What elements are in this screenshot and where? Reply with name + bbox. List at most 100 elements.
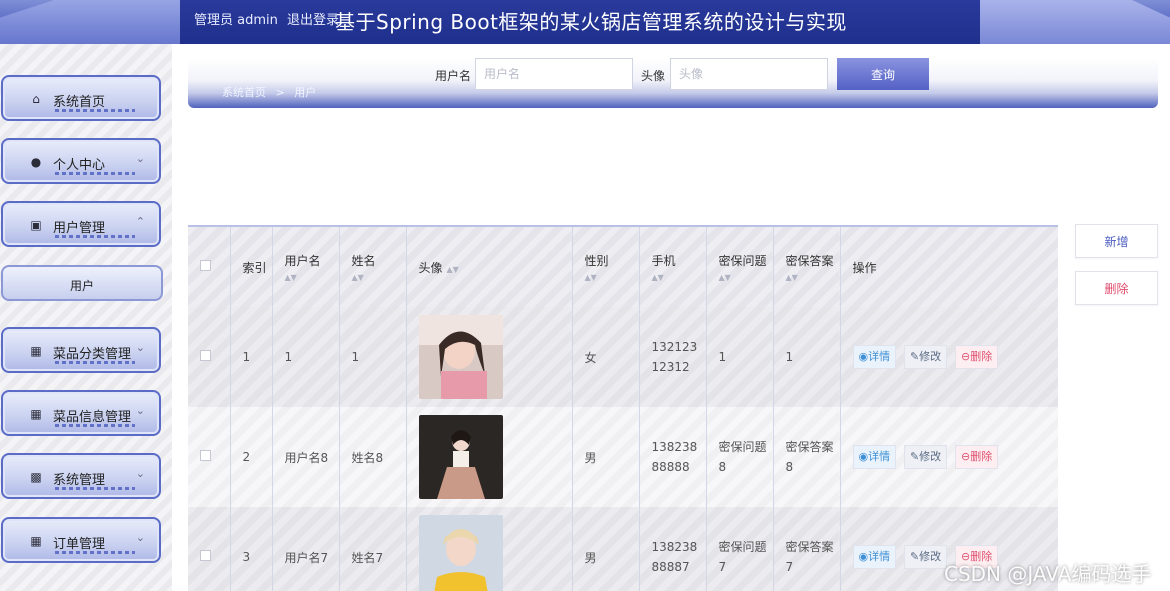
edit-icon: ✎: [909, 350, 920, 363]
grid-icon: ▦: [30, 407, 42, 421]
cell-username: 用户名8: [272, 407, 340, 507]
table-row: 1 1 1 女 13212312312 1 1 ◉详情 ✎修改 ⊖删除: [188, 307, 1058, 407]
sidebar-subitem-label: 用户: [69, 279, 94, 293]
cell-avatar: [406, 307, 573, 407]
minus-circle-icon: ⊖: [960, 450, 971, 463]
cell-security-question: 1: [706, 307, 774, 407]
cell-index: 2: [230, 407, 273, 507]
table-row: 2 用户名8 姓名8 男 13823888888 密保问题8 密保答案8 ◉详情…: [188, 407, 1058, 507]
cell-index: 1: [230, 307, 273, 407]
search-button[interactable]: 查询: [837, 58, 929, 90]
menu-decor: [55, 551, 135, 554]
cell-phone: 13212312312: [639, 307, 707, 407]
username-input[interactable]: [475, 58, 633, 90]
chevron-down-icon: ⌄: [135, 467, 145, 480]
detail-button[interactable]: ◉详情: [852, 445, 897, 469]
table-header-row: 索引 用户名 ▲▼ 姓名 ▲▼ 头像 ▲▼ 性别 ▲▼ 手机 ▲▼ 密保问题 ▲▼ 密保答案…: [188, 227, 1058, 307]
edit-button[interactable]: ✎修改: [903, 445, 948, 469]
top-header: 管理员 admin 退出登录 基于Spring Boot框架的某火锅店管理系统的…: [0, 0, 1170, 44]
chevron-down-icon: ⌄: [135, 341, 145, 354]
header-gender[interactable]: 性别 ▲▼: [572, 227, 640, 307]
sidebar-item-home[interactable]: ⌂ 系统首页: [1, 75, 161, 121]
sidebar-item-dish-info[interactable]: ▦ 菜品信息管理 ⌄: [1, 390, 161, 436]
sidebar-item-system[interactable]: ▩ 系统管理 ⌄: [1, 453, 161, 499]
sort-icon[interactable]: ▲▼: [447, 265, 459, 274]
cell-avatar: [406, 407, 573, 507]
menu-decor: [55, 109, 135, 112]
header-phone[interactable]: 手机 ▲▼: [639, 227, 707, 307]
row-checkbox[interactable]: [200, 450, 211, 461]
cell-gender: 男: [572, 407, 640, 507]
avatar-photo: [418, 315, 503, 399]
select-all-checkbox[interactable]: [200, 260, 211, 271]
cell-gender: 女: [572, 307, 640, 407]
grid-icon: ▦: [30, 344, 42, 358]
cell-security-answer: 1: [773, 307, 841, 407]
sort-icon[interactable]: ▲▼: [719, 273, 773, 282]
avatar-input[interactable]: [670, 58, 828, 90]
delete-button[interactable]: ⊖删除: [954, 445, 999, 469]
sidebar-item-label: 订单管理: [53, 537, 106, 552]
sidebar-item-label: 系统首页: [53, 95, 106, 110]
header-name[interactable]: 姓名 ▲▼: [339, 227, 407, 307]
header-operations: 操作: [840, 227, 1058, 307]
edit-icon: ✎: [909, 550, 920, 563]
eye-icon: ◉: [858, 550, 869, 563]
row-checkbox[interactable]: [200, 550, 211, 561]
sort-icon[interactable]: ▲▼: [786, 273, 840, 282]
sort-icon[interactable]: ▲▼: [285, 273, 339, 282]
sort-icon[interactable]: ▲▼: [352, 273, 406, 282]
header-security-question[interactable]: 密保问题 ▲▼: [706, 227, 774, 307]
cell-name: 姓名8: [339, 407, 407, 507]
batch-delete-button[interactable]: 删除: [1075, 271, 1158, 305]
cell-operations: ◉详情 ✎修改 ⊖删除: [840, 407, 1058, 507]
cell-select[interactable]: [188, 407, 231, 507]
sort-icon[interactable]: ▲▼: [585, 273, 639, 282]
sidebar: [0, 44, 172, 591]
header-select-all[interactable]: [188, 227, 231, 307]
avatar-photo: [418, 515, 503, 591]
sidebar-item-orders[interactable]: ▦ 订单管理 ⌄: [1, 517, 161, 563]
system-title: 基于Spring Boot框架的某火锅店管理系统的设计与实现: [335, 10, 847, 34]
edit-button[interactable]: ✎修改: [903, 345, 948, 369]
detail-button[interactable]: ◉详情: [852, 545, 897, 569]
avatar-label: 头像: [641, 69, 666, 83]
cell-operations: ◉详情 ✎修改 ⊖删除: [840, 307, 1058, 407]
menu-decor: [55, 424, 135, 427]
header-avatar[interactable]: 头像 ▲▼: [406, 227, 573, 307]
sidebar-item-personal-center[interactable]: ● 个人中心 ⌄: [1, 138, 161, 184]
breadcrumb-home[interactable]: 系统首页: [222, 86, 266, 99]
cell-username: 1: [272, 307, 340, 407]
cell-select[interactable]: [188, 307, 231, 407]
menu-decor: [55, 235, 135, 238]
cell-security-question: 密保问题7: [706, 507, 774, 591]
chevron-down-icon: ⌄: [135, 152, 145, 165]
sidebar-subitem-user[interactable]: 用户: [1, 265, 163, 301]
header-username[interactable]: 用户名 ▲▼: [272, 227, 340, 307]
logout-link[interactable]: 退出登录: [287, 9, 339, 28]
eye-icon: ◉: [858, 450, 869, 463]
table-row: 3 用户名7 姓名7 男 13823888887 密保问题7 密保答案7 ◉详情…: [188, 507, 1058, 591]
sidebar-item-user-management[interactable]: ▣ 用户管理 ⌃: [1, 201, 161, 247]
user-icon: ●: [30, 155, 42, 169]
header-security-answer[interactable]: 密保答案 ▲▼: [773, 227, 841, 307]
chevron-down-icon: ⌄: [135, 404, 145, 417]
row-checkbox[interactable]: [200, 350, 211, 361]
add-button[interactable]: 新增: [1075, 224, 1158, 258]
breadcrumb: 系统首页 > 用户: [222, 84, 316, 100]
edit-button[interactable]: ✎修改: [903, 545, 948, 569]
delete-button[interactable]: ⊖删除: [954, 345, 999, 369]
detail-button[interactable]: ◉详情: [852, 345, 897, 369]
cell-select[interactable]: [188, 507, 231, 591]
cell-name: 姓名7: [339, 507, 407, 591]
sort-icon[interactable]: ▲▼: [652, 273, 706, 282]
cell-username: 用户名7: [272, 507, 340, 591]
sidebar-item-label: 菜品分类管理: [53, 347, 132, 362]
sidebar-item-label: 用户管理: [53, 221, 106, 236]
header-index: 索引: [230, 227, 273, 307]
admin-label: 管理员 admin: [194, 13, 278, 28]
sidebar-item-dish-category[interactable]: ▦ 菜品分类管理 ⌄: [1, 327, 161, 373]
minus-circle-icon: ⊖: [960, 350, 971, 363]
chevron-up-icon: ⌃: [135, 215, 145, 228]
cell-avatar: [406, 507, 573, 591]
